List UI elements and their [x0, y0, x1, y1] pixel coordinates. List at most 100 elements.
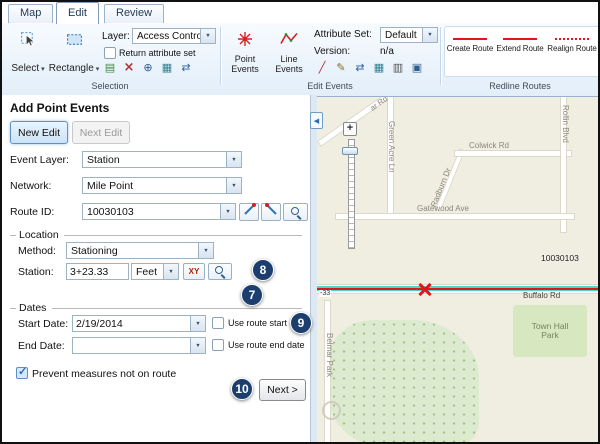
callout-7: 7 — [241, 284, 263, 306]
realign-route-button[interactable]: Realign Route — [548, 29, 596, 71]
vegetation-area — [329, 320, 479, 444]
route-search-button[interactable] — [283, 203, 308, 221]
select-tool-button[interactable]: Select — [8, 27, 48, 77]
use-route-end-date-checkbox[interactable] — [212, 339, 224, 351]
callout-10: 10 — [231, 378, 253, 400]
station-units-select[interactable]: Feet — [131, 263, 179, 280]
next-button[interactable]: Next > — [259, 379, 306, 401]
start-date-combo[interactable] — [72, 315, 206, 332]
network-label: Network: — [10, 180, 51, 192]
dates-group-label: Dates — [19, 302, 46, 314]
line-events-button[interactable]: Line Events — [268, 27, 310, 77]
end-date-input[interactable] — [73, 338, 195, 353]
chevron-down-icon — [96, 63, 100, 74]
rectangle-select-label: Rectangle — [49, 63, 100, 74]
create-route-button[interactable]: Create Route — [446, 29, 494, 71]
select-route-on-map-button[interactable] — [239, 203, 259, 221]
return-attribute-set-checkbox[interactable] — [104, 47, 116, 59]
dates-group-line — [52, 308, 302, 309]
route-id-label: Route ID: — [10, 206, 54, 218]
chevron-down-icon — [226, 152, 241, 167]
zoom-slider-track[interactable] — [348, 139, 355, 249]
use-route-end-date-label: Use route end date — [228, 340, 305, 350]
callout-9: 9 — [290, 312, 312, 334]
events-grid-icon[interactable] — [409, 60, 425, 75]
event-attributes-icon[interactable] — [371, 60, 387, 75]
tab-review[interactable]: Review — [104, 4, 164, 23]
chevron-down-icon — [190, 316, 205, 331]
callout-8: 8 — [252, 259, 274, 281]
rectangle-select-icon — [66, 31, 83, 51]
route-id-map-label: 10030103 — [541, 253, 579, 263]
town-hall-park-label: Town Hall Park — [527, 322, 573, 340]
solid-redline-icon — [453, 38, 487, 40]
extend-route-button[interactable]: Extend Route — [496, 29, 544, 71]
start-date-input[interactable] — [73, 316, 195, 331]
select-tool-label: Select — [11, 63, 44, 74]
events-table-icon[interactable] — [390, 60, 406, 75]
tab-edit[interactable]: Edit — [56, 2, 99, 24]
chevron-down-icon — [198, 243, 213, 258]
zoom-slider-handle[interactable] — [342, 147, 358, 155]
chevron-down-icon — [163, 264, 178, 279]
method-label: Method: — [18, 245, 56, 257]
magnifier-icon — [288, 205, 304, 220]
location-group-line — [10, 235, 16, 236]
zoom-in-button[interactable]: + — [343, 122, 357, 136]
split-event-icon[interactable] — [314, 60, 330, 75]
app-window: Map Edit Review Select Rectangle Layer: … — [0, 0, 600, 444]
location-group-line — [64, 235, 302, 236]
network-select[interactable]: Mile Point — [82, 177, 242, 194]
zoom-to-route-button[interactable] — [261, 203, 281, 221]
method-select[interactable]: Stationing — [66, 242, 214, 259]
dates-group-line — [10, 308, 16, 309]
selection-attributes-icon[interactable] — [159, 60, 175, 75]
select-cursor-icon — [20, 31, 37, 51]
end-date-combo[interactable] — [72, 337, 206, 354]
selectable-layers-icon[interactable] — [102, 60, 118, 75]
reassign-route-icon[interactable] — [352, 60, 368, 75]
prevent-measures-checkbox[interactable] — [16, 367, 28, 379]
point-events-label: Point Events — [227, 55, 263, 74]
attribute-set-value: Default — [385, 30, 422, 42]
attribute-set-label: Attribute Set: — [314, 29, 372, 40]
street-label-gatewood: Gatewood Ave — [417, 204, 469, 213]
create-route-label: Create Route — [447, 44, 493, 53]
new-edit-button[interactable]: New Edit — [10, 121, 68, 144]
version-value: n/a — [380, 46, 394, 57]
layer-select[interactable]: Access Control — [132, 28, 216, 44]
tab-map[interactable]: Map — [8, 4, 53, 23]
street-label-buffalo: Buffalo Rd — [523, 291, 560, 300]
attribute-set-select[interactable]: Default — [380, 27, 438, 43]
next-edit-button[interactable]: Next Edit — [72, 121, 130, 144]
panel-title: Add Point Events — [10, 101, 109, 115]
redline-route-line — [317, 288, 600, 290]
station-search-button[interactable] — [208, 263, 232, 280]
event-layer-value: Station — [87, 154, 226, 166]
map-canvas[interactable]: Town Hall Park ar Rd Green Acre Ln Radbu… — [317, 95, 600, 444]
location-group-label: Location — [19, 229, 59, 241]
return-attribute-set-label: Return attribute set — [119, 48, 196, 58]
zoom-to-selection-icon[interactable] — [140, 60, 156, 75]
road-gatewood-ave — [335, 213, 575, 220]
panel-splitter[interactable] — [310, 95, 317, 444]
event-layer-select[interactable]: Station — [82, 151, 242, 168]
xy-coordinates-button[interactable]: XY — [183, 263, 205, 280]
station-input[interactable] — [66, 263, 129, 280]
point-events-button[interactable]: Point Events — [224, 27, 266, 77]
rectangle-select-button[interactable]: Rectangle — [50, 27, 98, 77]
edit-event-icon[interactable] — [333, 60, 349, 75]
collapse-panel-button[interactable] — [310, 112, 323, 129]
chevron-down-icon — [190, 338, 205, 353]
chevron-down-icon — [41, 63, 45, 74]
switch-selection-icon[interactable] — [178, 60, 194, 75]
end-date-label: End Date: — [18, 340, 65, 352]
clear-selection-icon[interactable] — [121, 60, 137, 75]
selection-group-label: Selection — [2, 81, 218, 91]
chevron-down-icon — [200, 29, 215, 43]
use-route-start-date-checkbox[interactable] — [212, 317, 224, 329]
point-events-icon — [237, 31, 253, 50]
station-label: Station: — [18, 266, 54, 278]
route-id-combo[interactable]: 10030103 — [82, 203, 236, 220]
map-compass-circle — [322, 401, 341, 420]
